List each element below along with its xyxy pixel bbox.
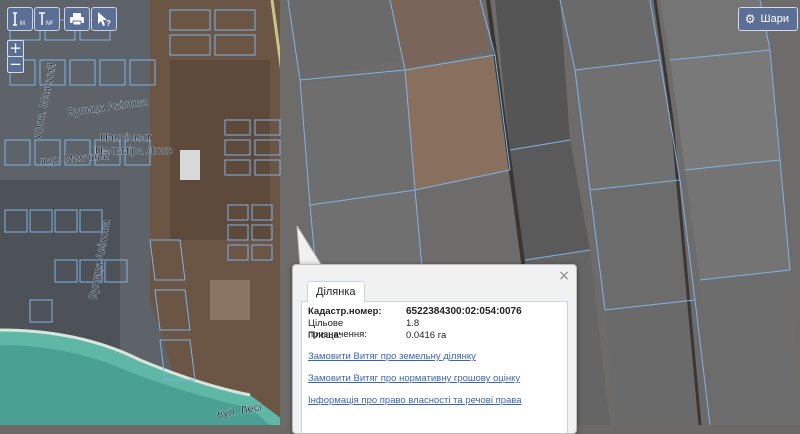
layers-label: Шари <box>760 13 789 25</box>
svg-text:?: ? <box>106 19 111 27</box>
measure-area-icon: M² <box>39 12 53 27</box>
parcel-popup: × Ділянка Кадастр.номер: 6522384300:02:0… <box>292 264 577 434</box>
measure-length-icon: M <box>13 12 25 27</box>
cursor-help-icon: ? <box>98 12 111 27</box>
field-area: Площа: 0.0416 га <box>308 330 446 341</box>
close-icon[interactable]: × <box>558 268 570 284</box>
field-value: 0.0416 га <box>406 330 447 341</box>
svg-text:M: M <box>20 21 25 27</box>
gear-icon: ⚙ <box>744 12 756 26</box>
field-label: Площа: <box>308 330 342 341</box>
print-icon <box>70 13 84 26</box>
measure-length-button[interactable]: M <box>7 7 33 31</box>
measure-area-button[interactable]: M² <box>34 7 60 31</box>
ownership-info-link[interactable]: Інформація про право власності та речові… <box>308 395 522 406</box>
layers-button[interactable]: ⚙ Шари <box>737 7 798 31</box>
info-cursor-button[interactable]: ? <box>91 7 117 31</box>
tab-parcel[interactable]: Ділянка <box>307 281 365 302</box>
field-value: 1.8 <box>406 318 420 329</box>
svg-text:M²: M² <box>46 21 53 27</box>
order-valuation-link[interactable]: Замовити Витяг про нормативну грошову оц… <box>308 373 520 384</box>
field-label: Кадастр.номер: <box>308 306 382 317</box>
popup-body: Кадастр.номер: 6522384300:02:054:0076 Ці… <box>301 301 568 433</box>
order-extract-link[interactable]: Замовити Витяг про земельну ділянку <box>308 351 476 362</box>
field-cadastral-number: Кадастр.номер: 6522384300:02:054:0076 <box>308 306 522 317</box>
print-button[interactable] <box>64 7 90 31</box>
poi-label: Пансіонат <box>100 132 151 144</box>
zoom-out-button[interactable]: − <box>7 56 24 73</box>
field-value: 6522384300:02:054:0076 <box>406 306 522 317</box>
